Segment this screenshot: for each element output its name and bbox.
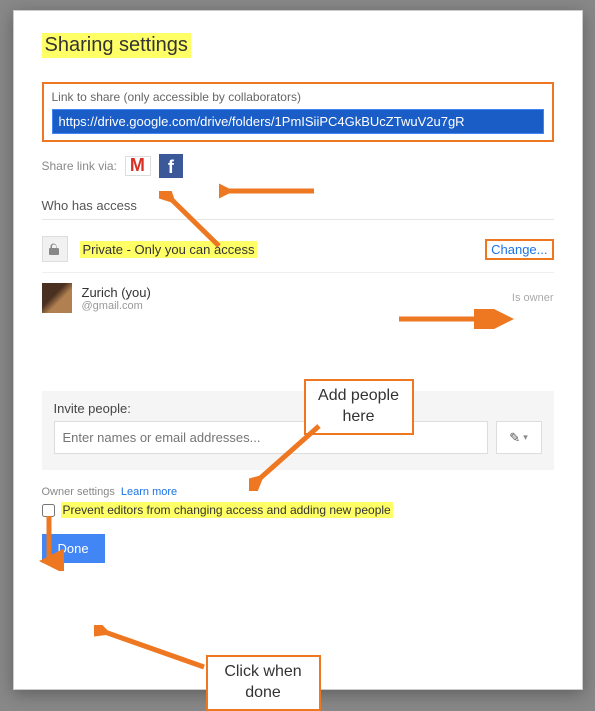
learn-more-link[interactable]: Learn more <box>121 486 177 498</box>
owner-settings-row: Owner settings Learn more <box>42 486 554 498</box>
prevent-checkbox[interactable] <box>42 504 55 517</box>
prevent-row: Prevent editors from changing access and… <box>42 502 554 518</box>
owner-settings-label: Owner settings <box>42 486 115 498</box>
change-link[interactable]: Change... <box>485 239 553 260</box>
prevent-text: Prevent editors from changing access and… <box>61 502 393 518</box>
invite-input[interactable] <box>54 421 488 454</box>
owner-name: Zurich (you) <box>82 285 151 300</box>
privacy-text: Private - Only you can access <box>80 241 258 258</box>
link-share-box: Link to share (only accessible by collab… <box>42 82 554 142</box>
owner-email: @gmail.com <box>82 300 151 312</box>
owner-info: Zurich (you) @gmail.com <box>82 285 151 312</box>
permission-dropdown[interactable]: ✎ ▾ <box>496 421 542 454</box>
chevron-down-icon: ▾ <box>523 432 528 443</box>
gmail-icon[interactable] <box>125 156 151 176</box>
invite-label: Invite people: <box>54 401 542 416</box>
owner-row: Zurich (you) @gmail.com Is owner <box>42 273 554 323</box>
facebook-icon[interactable]: f <box>159 154 183 178</box>
annotation-click-when-done: Click when done <box>206 655 321 711</box>
privacy-row: Private - Only you can access Change... <box>42 230 554 273</box>
done-button[interactable]: Done <box>42 534 105 563</box>
invite-row: ✎ ▾ <box>54 421 542 454</box>
who-has-access-label: Who has access <box>42 198 554 213</box>
owner-role: Is owner <box>512 292 554 304</box>
link-label: Link to share (only accessible by collab… <box>52 90 544 104</box>
share-via-label: Share link via: <box>42 159 117 173</box>
arrow-to-done <box>94 625 214 675</box>
share-link-input[interactable] <box>52 109 544 134</box>
annotation-add-people: Add people here <box>304 379 414 435</box>
invite-section: Invite people: ✎ ▾ <box>42 391 554 470</box>
dialog-title: Sharing settings <box>42 33 191 58</box>
avatar <box>42 283 72 313</box>
divider <box>42 219 554 220</box>
lock-icon <box>42 236 68 262</box>
sharing-dialog: Sharing settings Link to share (only acc… <box>13 10 583 690</box>
share-via-row: Share link via: f <box>42 154 554 178</box>
pencil-icon: ✎ <box>509 430 520 446</box>
